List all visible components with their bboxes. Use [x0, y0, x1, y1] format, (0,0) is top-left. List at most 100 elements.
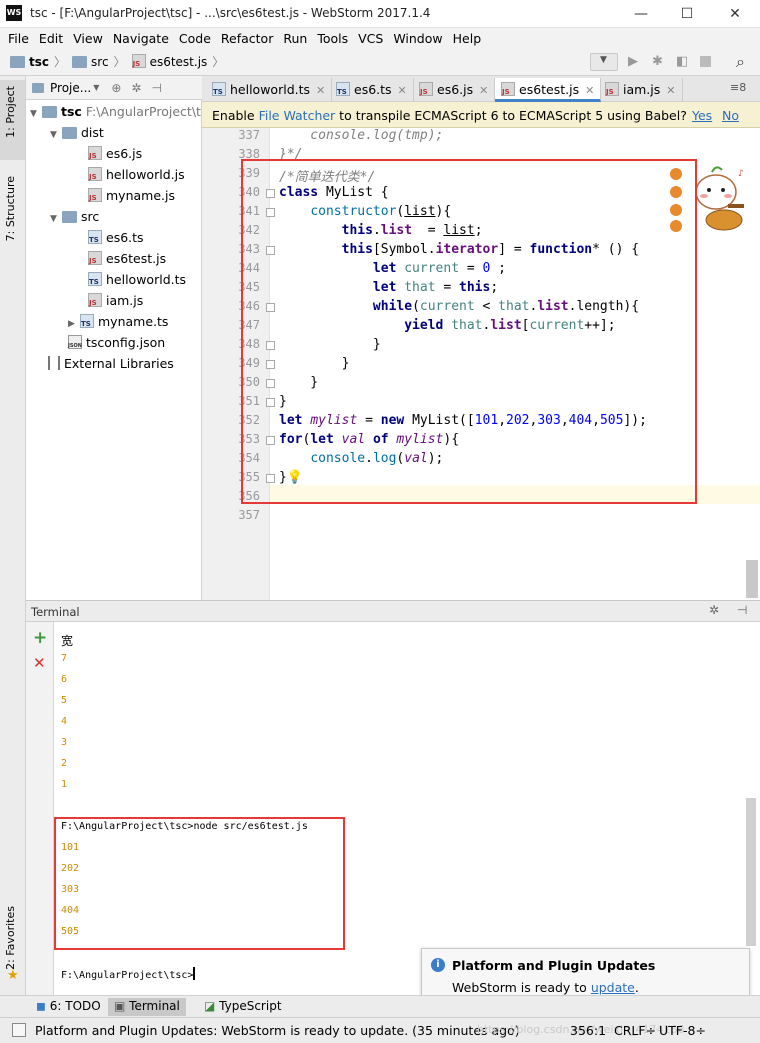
chevron-right-icon: 〉	[54, 55, 67, 69]
library-icon	[48, 356, 60, 370]
gear-icon[interactable]: ✲	[131, 81, 141, 95]
folder-icon	[42, 106, 57, 118]
file-watcher-link[interactable]: File Watcher	[259, 108, 336, 123]
ts-file-icon	[88, 230, 102, 244]
favorites-tool-tab[interactable]: 2: Favorites	[4, 906, 17, 970]
menu-navigate[interactable]: Navigate	[113, 31, 169, 46]
project-tool-tab[interactable]: 1: Project	[4, 86, 17, 138]
menu-tools[interactable]: Tools	[317, 31, 348, 46]
project-panel: Proje... ▼ ⊕ ✲ ⊣ ▼ tsc F:\AngularProject\…	[26, 76, 202, 600]
hide-panel-icon[interactable]: ⊣	[737, 603, 747, 617]
close-tab-icon[interactable]: ✕	[316, 84, 325, 97]
breadcrumb-root[interactable]: tsc	[29, 55, 49, 69]
highlight-box-output	[54, 817, 345, 950]
run-icon[interactable]: ▶	[628, 54, 638, 69]
bottom-tool-tabs: ◼ 6: TODO ▣ Terminal ◪ TypeScript	[0, 995, 760, 1017]
file-encoding[interactable]: UTF-8÷	[659, 1023, 706, 1038]
run-config-dropdown[interactable]: ▼	[590, 53, 618, 71]
js-file-icon	[88, 167, 102, 181]
menu-help[interactable]: Help	[453, 31, 482, 46]
tab-todo[interactable]: ◼ 6: TODO	[30, 999, 107, 1013]
terminal-line: 1	[61, 779, 68, 790]
cursor	[193, 967, 196, 980]
chevron-right-icon: 〉	[212, 55, 225, 69]
tab-typescript[interactable]: ◪ TypeScript	[198, 999, 288, 1013]
terminal-line: 4	[61, 716, 68, 727]
tab-helloworld-ts[interactable]: helloworld.ts✕	[206, 78, 333, 102]
minimize-icon[interactable]: —	[618, 0, 664, 28]
maximize-icon[interactable]: ☐	[664, 0, 710, 28]
banner-no-link[interactable]: No	[722, 108, 739, 123]
json-file-icon	[68, 335, 82, 349]
tree-folder-src[interactable]: ▼ src	[50, 209, 99, 224]
banner-yes-link[interactable]: Yes	[692, 108, 712, 123]
tree-file[interactable]: es6.ts	[88, 230, 144, 245]
breadcrumb-file[interactable]: es6test.js	[150, 55, 208, 69]
tree-file[interactable]: myname.js	[88, 188, 175, 203]
tree-folder-dist[interactable]: ▼ dist	[50, 125, 104, 140]
folder-icon	[62, 211, 77, 223]
tree-external-libraries[interactable]: External Libraries	[48, 356, 174, 371]
toggle-tool-windows-icon[interactable]	[12, 1023, 26, 1037]
menu-refactor[interactable]: Refactor	[221, 31, 273, 46]
tab-es6-js[interactable]: es6.js✕	[413, 78, 496, 102]
tree-root[interactable]: ▼ tsc F:\AngularProject\t	[30, 104, 201, 119]
todo-icon: ◼	[36, 999, 50, 1013]
tabs-overflow-menu[interactable]: ≡8	[730, 81, 746, 94]
project-view-selector[interactable]: Proje...	[50, 81, 91, 95]
search-icon[interactable]: ⌕	[736, 52, 745, 72]
editor-tabs: helloworld.ts✕ es6.ts✕ es6.js✕ es6test.j…	[202, 76, 760, 102]
stop-icon[interactable]	[700, 56, 711, 67]
menu-code[interactable]: Code	[179, 31, 211, 46]
tab-iam-js[interactable]: iam.js✕	[599, 78, 683, 102]
terminal-line: 宽	[61, 634, 74, 648]
terminal-line: 6	[61, 674, 68, 685]
tab-es6-ts[interactable]: es6.ts✕	[330, 78, 414, 102]
debug-icon[interactable]: ✱	[652, 54, 663, 69]
js-file-icon	[605, 82, 619, 96]
title-bar: WS tsc - [F:\AngularProject\tsc] - ...\s…	[0, 0, 760, 28]
close-tab-icon[interactable]: ✕	[585, 84, 594, 97]
line-number: 337	[238, 128, 260, 142]
update-link[interactable]: update	[591, 980, 635, 995]
close-tab-icon[interactable]: ✕	[666, 84, 675, 97]
coverage-icon[interactable]: ◧	[676, 54, 688, 69]
editor-scrollbar[interactable]	[746, 560, 758, 598]
tab-terminal[interactable]: ▣ Terminal	[108, 998, 186, 1016]
tree-file[interactable]: helloworld.ts	[88, 272, 186, 287]
terminal-line: 5	[61, 695, 68, 706]
hide-panel-icon[interactable]: ⊣	[151, 81, 161, 95]
menu-vcs[interactable]: VCS	[358, 31, 383, 46]
close-session-icon[interactable]: ✕	[33, 654, 46, 672]
tab-es6test-js[interactable]: es6test.js✕	[495, 78, 602, 102]
status-message[interactable]: Platform and Plugin Updates: WebStorm is…	[35, 1023, 520, 1038]
sync-icon[interactable]: ⊕	[111, 81, 121, 95]
menu-file[interactable]: File	[8, 31, 29, 46]
tree-file-tsconfig[interactable]: tsconfig.json	[68, 335, 165, 350]
tree-file[interactable]: iam.js	[88, 293, 143, 308]
menu-run[interactable]: Run	[283, 31, 307, 46]
folder-icon	[62, 127, 77, 139]
structure-tool-tab[interactable]: 7: Structure	[4, 176, 17, 241]
menu-edit[interactable]: Edit	[39, 31, 63, 46]
js-file-icon	[88, 188, 102, 202]
add-session-icon[interactable]: +	[33, 628, 47, 648]
close-tab-icon[interactable]: ✕	[479, 84, 488, 97]
menu-window[interactable]: Window	[393, 31, 442, 46]
gear-icon[interactable]: ✲	[709, 603, 719, 617]
menu-view[interactable]: View	[73, 31, 103, 46]
breadcrumb-src[interactable]: src	[91, 55, 109, 69]
js-file-icon	[88, 146, 102, 160]
chevron-down-icon[interactable]: ▼	[93, 83, 99, 92]
tree-file[interactable]: helloworld.js	[88, 167, 185, 182]
close-tab-icon[interactable]: ✕	[398, 84, 407, 97]
close-icon[interactable]: ✕	[712, 0, 758, 28]
caret-position[interactable]: 356:1	[570, 1023, 606, 1038]
project-view-icon	[32, 82, 44, 93]
terminal-scrollbar[interactable]	[746, 798, 756, 946]
tree-file[interactable]: ▶myname.ts	[68, 314, 168, 329]
tree-file[interactable]: es6test.js	[88, 251, 166, 266]
line-separator[interactable]: CRLF÷	[614, 1023, 656, 1038]
project-panel-header: Proje... ▼ ⊕ ✲ ⊣	[26, 76, 202, 100]
tree-file[interactable]: es6.js	[88, 146, 142, 161]
